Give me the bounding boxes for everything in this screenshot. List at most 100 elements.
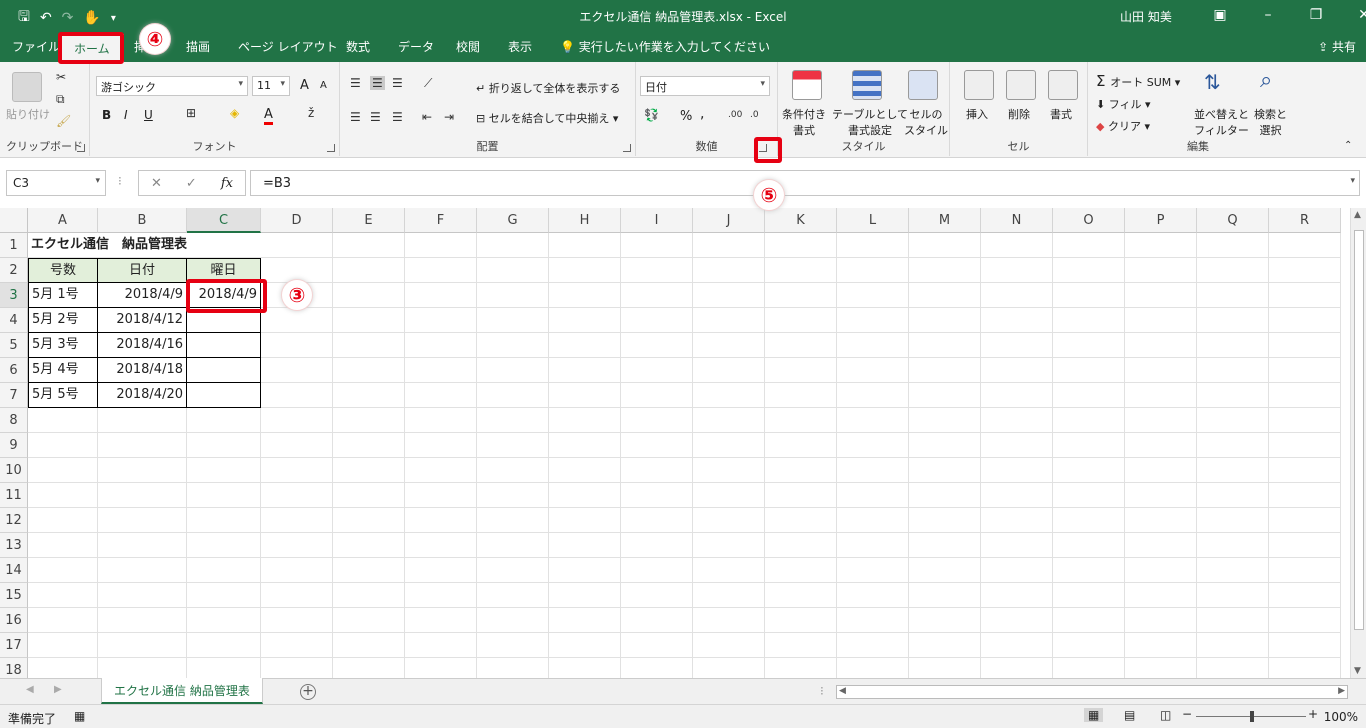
cell[interactable] [477,533,549,558]
cell[interactable] [187,608,261,633]
cell[interactable] [621,333,693,358]
cell[interactable] [405,283,477,308]
issue-cell[interactable]: 5月 1号 [28,283,98,308]
cell[interactable] [405,533,477,558]
cell[interactable] [837,233,909,258]
issue-cell[interactable]: 5月 2号 [28,308,98,333]
cell[interactable] [1197,658,1269,678]
cell[interactable] [333,583,405,608]
cell[interactable] [187,583,261,608]
cell[interactable] [187,458,261,483]
cell[interactable] [765,583,837,608]
cell[interactable] [549,583,621,608]
cell[interactable] [333,383,405,408]
cell[interactable] [621,433,693,458]
column-header-m[interactable]: M [909,208,981,233]
cell[interactable] [333,433,405,458]
cell[interactable] [1197,383,1269,408]
cell[interactable] [1053,558,1125,583]
cell[interactable] [693,533,765,558]
cell[interactable] [1125,458,1197,483]
scroll-right-icon[interactable]: ▶ [1338,686,1345,696]
cell[interactable] [405,508,477,533]
cell[interactable] [405,308,477,333]
cell[interactable] [333,558,405,583]
tab-split-grip-icon[interactable]: ⁝ [820,684,824,698]
cell[interactable] [28,558,98,583]
cell[interactable] [1125,383,1197,408]
cell[interactable] [1269,308,1341,333]
cell[interactable] [98,483,187,508]
cell[interactable] [765,558,837,583]
cell[interactable] [1269,508,1341,533]
insert-cells-icon[interactable] [964,70,994,100]
issue-cell[interactable]: 5月 5号 [28,383,98,408]
cell[interactable] [549,608,621,633]
tab-data[interactable]: データ [398,38,434,55]
cell[interactable] [1053,658,1125,678]
cell[interactable] [981,508,1053,533]
sheet-tab-active[interactable]: エクセル通信 納品管理表 [101,678,263,704]
cell[interactable] [765,333,837,358]
scroll-down-icon[interactable]: ▼ [1354,666,1361,676]
cell[interactable] [98,558,187,583]
cell[interactable] [28,658,98,678]
cell[interactable] [909,433,981,458]
cell[interactable] [98,508,187,533]
cell[interactable] [261,333,333,358]
cell-styles-icon[interactable] [908,70,938,100]
cell[interactable] [909,458,981,483]
cell[interactable] [549,233,621,258]
cell[interactable] [187,558,261,583]
page-layout-view-icon[interactable]: ▤ [1124,708,1135,722]
cell[interactable] [765,608,837,633]
cell[interactable] [693,458,765,483]
cell[interactable] [1269,283,1341,308]
cell[interactable] [333,458,405,483]
cell[interactable] [765,508,837,533]
cell[interactable] [837,633,909,658]
cell[interactable] [405,258,477,283]
cell[interactable] [261,483,333,508]
cell[interactable] [28,608,98,633]
cell[interactable] [1197,483,1269,508]
cell[interactable] [1197,433,1269,458]
cell[interactable] [765,258,837,283]
cell[interactable] [621,408,693,433]
prev-sheet-icon[interactable]: ◀ [26,684,34,695]
cell[interactable] [765,458,837,483]
cell[interactable] [187,408,261,433]
number-format-combo[interactable]: 日付 ▾ [640,76,770,96]
find-select-button[interactable]: 検索と 選択 [1254,106,1287,138]
select-all-corner[interactable] [0,208,28,233]
cell[interactable] [549,658,621,678]
cell[interactable] [765,533,837,558]
cut-icon[interactable]: ✂ [56,70,66,84]
cell[interactable] [28,458,98,483]
cell[interactable] [333,233,405,258]
cell[interactable] [837,258,909,283]
cell[interactable] [549,458,621,483]
tab-review[interactable]: 校閲 [456,38,480,55]
cell[interactable] [187,658,261,678]
cell[interactable] [28,483,98,508]
cell[interactable] [405,408,477,433]
column-header-e[interactable]: E [333,208,405,233]
cell[interactable] [187,508,261,533]
cell[interactable] [333,283,405,308]
date-cell[interactable]: 2018/4/18 [98,358,187,383]
insert-button[interactable]: 挿入 [966,106,988,122]
cell[interactable] [837,408,909,433]
cell[interactable] [981,358,1053,383]
row-header-3[interactable]: 3 [0,283,28,308]
cell[interactable] [1125,333,1197,358]
cell[interactable] [909,533,981,558]
cell[interactable] [405,358,477,383]
cell[interactable] [981,483,1053,508]
cell[interactable] [621,458,693,483]
cell[interactable] [1197,308,1269,333]
cell[interactable] [477,483,549,508]
cell[interactable] [549,633,621,658]
column-header-i[interactable]: I [621,208,693,233]
cell[interactable] [549,333,621,358]
